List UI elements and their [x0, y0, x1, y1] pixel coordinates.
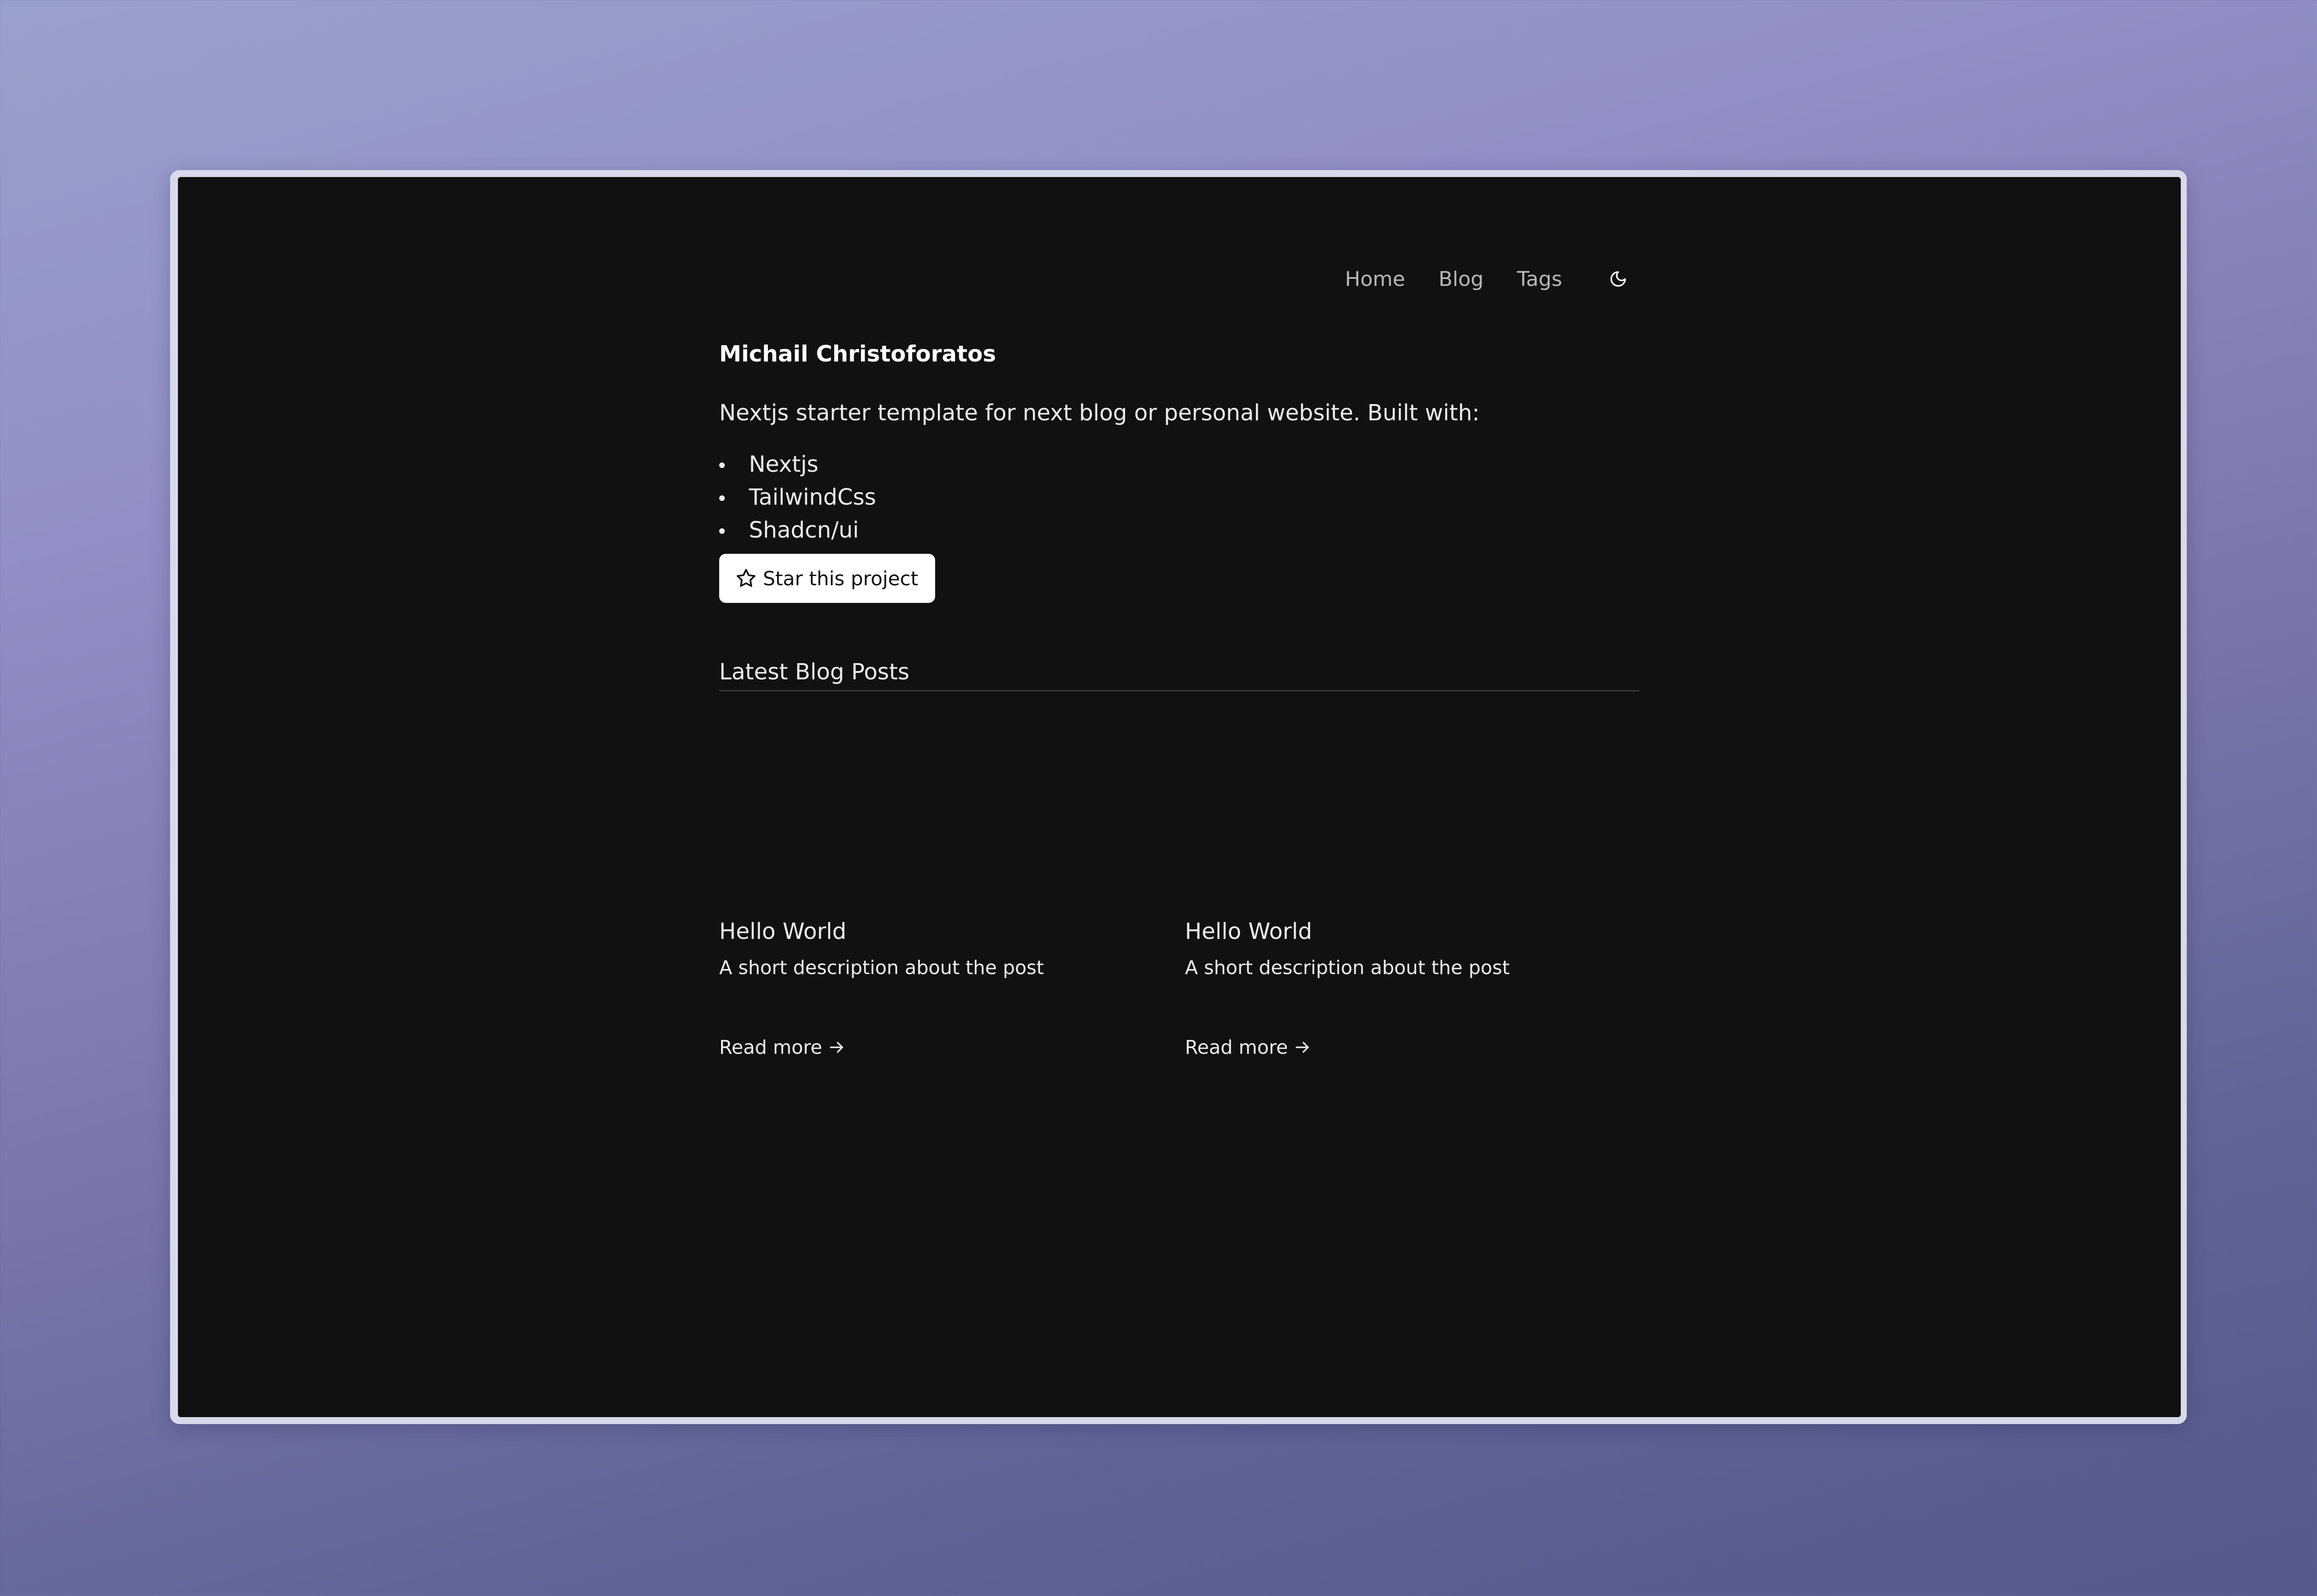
latest-posts-heading: Latest Blog Posts [719, 654, 1640, 691]
post-description: A short description about the post [719, 956, 1044, 979]
nav-home-link[interactable]: Home [1345, 267, 1405, 291]
read-more-link[interactable]: Read more [719, 1036, 846, 1058]
arrow-right-icon [828, 1038, 846, 1057]
list-item: Nextjs [719, 448, 876, 481]
post-description: A short description about the post [1185, 956, 1510, 979]
post-title[interactable]: Hello World [719, 918, 846, 944]
tech-stack-list: Nextjs TailwindCss Shadcn/ui [719, 448, 876, 547]
star-project-label: Star this project [763, 567, 918, 590]
top-nav: Home Blog Tags [1345, 256, 1640, 302]
theme-toggle-button[interactable] [1606, 267, 1630, 291]
read-more-link[interactable]: Read more [1185, 1036, 1312, 1058]
intro-text: Nextjs starter template for next blog or… [719, 400, 1480, 426]
author-name: Michail Christoforatos [719, 341, 996, 367]
post-title[interactable]: Hello World [1185, 918, 1312, 944]
read-more-label: Read more [1185, 1036, 1288, 1058]
list-item: TailwindCss [719, 481, 876, 514]
arrow-right-icon [1293, 1038, 1312, 1057]
read-more-label: Read more [719, 1036, 823, 1058]
section-title: Latest Blog Posts [719, 659, 910, 685]
moon-icon [1610, 271, 1626, 287]
app-window: Home Blog Tags Michail Christoforatos Ne… [178, 177, 2181, 1417]
nav-tags-link[interactable]: Tags [1517, 267, 1562, 291]
star-project-button[interactable]: Star this project [719, 554, 935, 603]
nav-blog-link[interactable]: Blog [1438, 267, 1483, 291]
list-item: Shadcn/ui [719, 514, 876, 547]
star-icon [736, 568, 756, 589]
